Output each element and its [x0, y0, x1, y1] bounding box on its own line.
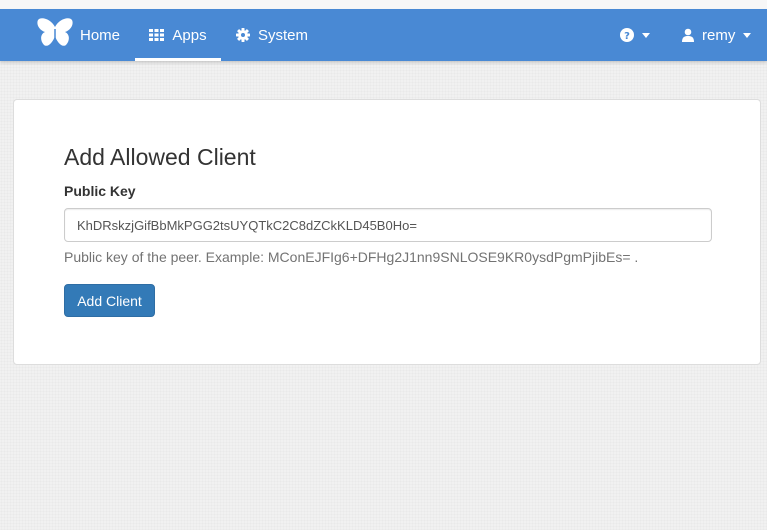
nav-apps-label: Apps	[172, 26, 207, 44]
svg-text:?: ?	[624, 31, 630, 42]
nav-apps[interactable]: Apps	[135, 9, 221, 61]
butterfly-icon[interactable]	[36, 17, 74, 49]
nav-system-label: System	[258, 26, 309, 44]
top-strip	[0, 0, 767, 9]
page-title: Add Allowed Client	[64, 144, 256, 170]
chevron-down-icon	[642, 32, 650, 38]
nav-home-label: Home	[80, 26, 121, 44]
public-key-input[interactable]	[64, 208, 712, 242]
top-navbar: Home Apps System ? remy	[0, 9, 767, 61]
public-key-label: Public Key	[64, 183, 136, 199]
grid-icon	[149, 29, 165, 41]
add-client-panel: Add Allowed Client Public Key Public key…	[13, 99, 761, 365]
user-icon	[682, 28, 694, 42]
public-key-help-text: Public key of the peer. Example: MConEJF…	[64, 249, 639, 265]
user-menu[interactable]: remy	[682, 9, 752, 61]
chevron-down-icon	[743, 32, 752, 38]
add-client-button[interactable]: Add Client	[64, 284, 155, 317]
help-menu[interactable]: ?	[620, 9, 650, 61]
question-circle-icon: ?	[620, 28, 634, 42]
nav-system[interactable]: System	[236, 9, 308, 61]
nav-home[interactable]: Home	[80, 9, 120, 61]
user-name: remy	[702, 26, 736, 44]
gear-icon	[236, 28, 250, 42]
